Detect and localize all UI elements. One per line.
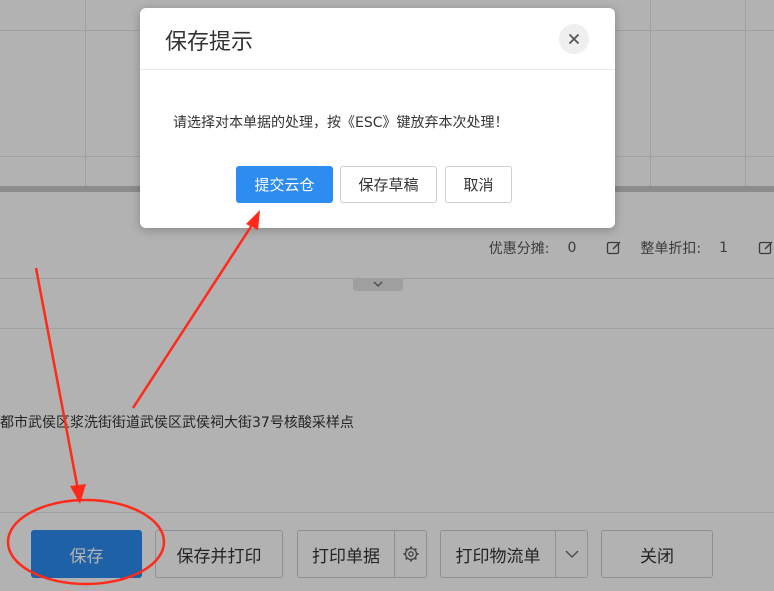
submit-cloud-warehouse-button[interactable]: 提交云仓: [236, 166, 333, 203]
save-draft-button[interactable]: 保存草稿: [340, 166, 437, 203]
save-prompt-dialog: 保存提示 请选择对本单据的处理，按《ESC》键放弃本次处理！ 提交云仓 保存草稿…: [140, 8, 615, 228]
dialog-title: 保存提示: [165, 30, 254, 55]
close-icon: [568, 33, 580, 45]
cancel-button[interactable]: 取消: [445, 166, 512, 203]
dialog-close-button[interactable]: [559, 24, 589, 54]
dialog-message: 请选择对本单据的处理，按《ESC》键放弃本次处理！: [173, 115, 509, 131]
dialog-header: 保存提示: [140, 8, 615, 70]
